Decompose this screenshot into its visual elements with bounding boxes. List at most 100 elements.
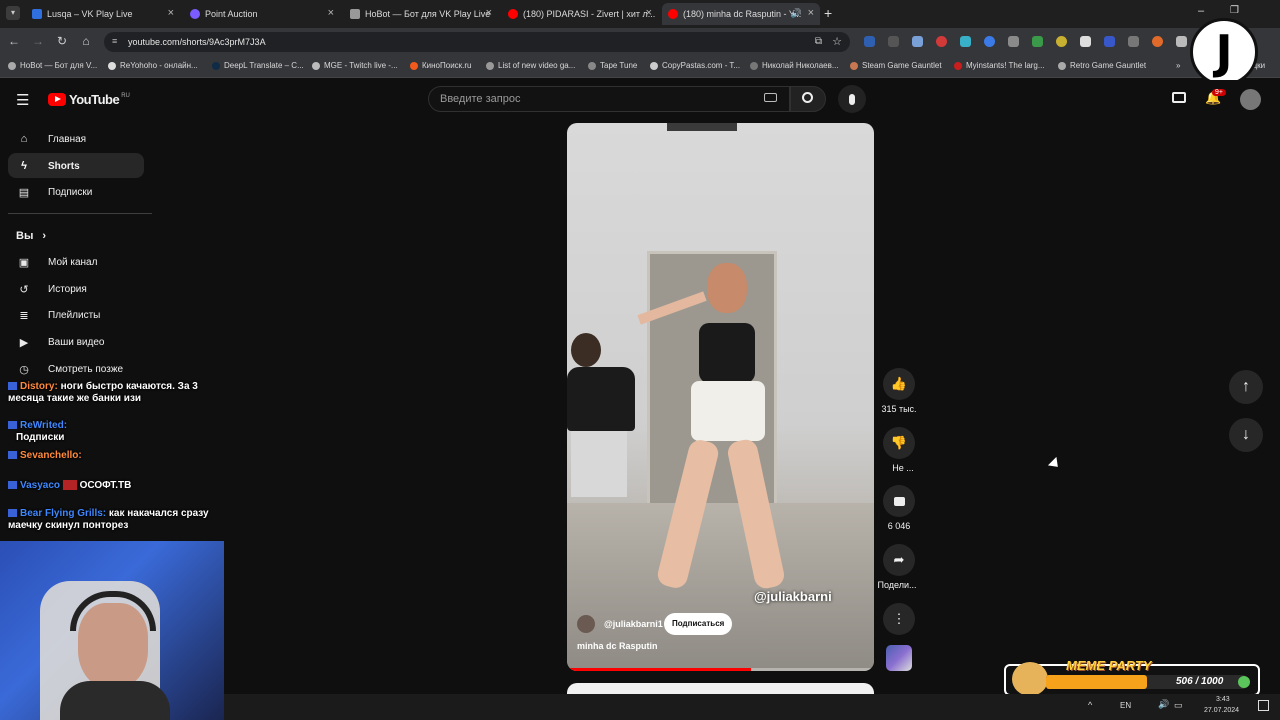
sidebar-item-home[interactable]: ⌂ Главная <box>16 131 86 147</box>
sidebar-item-my-channel[interactable]: ▣ Мой канал <box>16 254 98 270</box>
tab-vkplay[interactable]: Lusqa – VK Play Live × <box>26 3 180 25</box>
minimize-button[interactable]: – <box>1198 5 1204 17</box>
youtube-logo[interactable]: YouTube RU <box>48 92 130 107</box>
language-indicator[interactable]: EN <box>1120 701 1131 710</box>
voice-search-button[interactable] <box>838 85 866 113</box>
channel-name[interactable]: @juliakbarni1 <box>604 619 663 629</box>
extension-icon[interactable] <box>1152 36 1163 47</box>
mouse-cursor-icon <box>1047 456 1063 472</box>
bookmark-item[interactable]: Steam Game Gauntlet <box>850 61 942 70</box>
bookmarks-overflow-chevron-icon[interactable]: » <box>1176 61 1180 70</box>
bookmark-item[interactable]: Tape Tune <box>588 61 637 70</box>
tab-point-auction[interactable]: Point Auction × <box>184 3 340 25</box>
region-code: RU <box>121 92 130 99</box>
progress-fill <box>567 668 752 671</box>
address-bar[interactable]: ≡ youtube.com/shorts/9Ac3prM7J3A ⧉ ☆ <box>104 32 850 52</box>
bookmark-item[interactable]: DeepL Translate – C... <box>212 61 304 70</box>
sidebar-item-playlists[interactable]: ≣ Плейлисты <box>16 307 100 323</box>
bookmark-star-icon[interactable]: ☆ <box>832 35 842 48</box>
bookmark-item[interactable]: HoBot — Бот для V... <box>8 61 97 70</box>
bookmark-item[interactable]: Myinstants! The larg... <box>954 61 1045 70</box>
tab-hobot[interactable]: HoBot — Бот для VK Play Live × <box>344 3 498 25</box>
more-vertical-icon: ⋮ <box>892 611 906 626</box>
share-button[interactable]: ➦ <box>883 544 915 576</box>
extension-icon[interactable] <box>864 36 875 47</box>
maximize-button[interactable]: ❐ <box>1230 5 1239 16</box>
bookmark-item[interactable]: КиноПоиск.ru <box>410 61 472 70</box>
forward-button[interactable]: → <box>30 34 46 48</box>
like-button[interactable]: 👍 <box>883 368 915 400</box>
new-tab-button[interactable]: + <box>824 5 832 21</box>
chat-text: Подписки <box>16 432 65 443</box>
close-icon[interactable]: × <box>646 7 652 19</box>
close-icon[interactable]: × <box>168 7 174 19</box>
thumbs-up-icon: 👍 <box>890 376 908 391</box>
extension-icon[interactable] <box>912 36 923 47</box>
shorts-video-player[interactable]: @juliakbarni @juliakbarni1 Подписаться m… <box>567 123 874 671</box>
extension-icon[interactable] <box>1008 36 1019 47</box>
sidebar-item-history[interactable]: ↺ История <box>16 281 86 297</box>
keyboard-icon[interactable] <box>764 93 777 102</box>
sound-source-thumbnail[interactable] <box>886 645 912 671</box>
bookmark-item[interactable]: Николай Николаев... <box>750 61 839 70</box>
clock-time[interactable]: 3:43 <box>1216 696 1230 703</box>
bookmark-item[interactable]: ReYohoho - онлайн... <box>108 61 198 70</box>
dislike-button[interactable]: 👎 <box>883 427 915 459</box>
close-icon[interactable]: × <box>808 7 814 19</box>
video-title: minha dc Rasputin <box>577 641 658 651</box>
search-input[interactable]: Введите запрос <box>428 86 790 112</box>
extension-icon[interactable] <box>888 36 899 47</box>
extensions-puzzle-icon[interactable] <box>1176 36 1187 47</box>
install-app-icon[interactable]: ⧉ <box>815 36 822 47</box>
clock-date[interactable]: 27.07.2024 <box>1204 707 1239 714</box>
subscribe-button[interactable]: Подписаться <box>664 613 733 635</box>
extension-icon[interactable] <box>1104 36 1115 47</box>
tab-youtube-zivert[interactable]: (180) PIDARASI - Zivert | хит л... × <box>502 3 658 25</box>
bookmark-item[interactable]: Retro Game Gauntlet <box>1058 61 1146 70</box>
tab-youtube-rasputin[interactable]: (180) minha dc Rasputin - Y... 🔊 × <box>662 3 820 25</box>
sidebar-item-watch-later[interactable]: ◷ Смотреть позже <box>16 361 123 377</box>
search-button[interactable] <box>790 86 826 112</box>
chat-badge-icon <box>8 481 17 490</box>
menu-hamburger-icon[interactable]: ☰ <box>16 91 29 109</box>
previous-short-button[interactable]: ↑ <box>1229 370 1263 404</box>
sidebar-item-your-videos[interactable]: ▶ Ваши видео <box>16 334 105 350</box>
windows-taskbar: ^ EN 🔊 ▭ 3:43 27.07.2024 <box>224 694 1280 720</box>
more-options-button[interactable]: ⋮ <box>883 603 915 635</box>
back-button[interactable]: ← <box>6 34 22 48</box>
home-button[interactable]: ⌂ <box>78 34 94 48</box>
extension-icon[interactable] <box>1128 36 1139 47</box>
home-icon: ⌂ <box>20 133 28 145</box>
bookmark-item[interactable]: CopyPastas.com - T... <box>650 61 740 70</box>
tray-chevron-up-icon[interactable]: ^ <box>1088 700 1092 710</box>
avatar[interactable] <box>1240 89 1261 110</box>
speaker-icon[interactable]: 🔊 <box>791 8 802 19</box>
channel-avatar[interactable] <box>577 615 595 633</box>
sidebar-you-header[interactable]: Вы › <box>16 228 46 244</box>
chat-username: Bear Flying Grills: <box>20 508 107 519</box>
reload-button[interactable]: ↻ <box>54 34 70 48</box>
notification-center-icon[interactable] <box>1258 700 1269 711</box>
extension-icon[interactable] <box>960 36 971 47</box>
site-info-icon[interactable]: ≡ <box>112 36 117 46</box>
extension-icon[interactable] <box>936 36 947 47</box>
bookmark-item[interactable]: List of new video ga... <box>486 61 575 70</box>
meme-party-widget: MEME PARTY 506 / 1000 <box>1004 658 1260 696</box>
extension-icon[interactable] <box>1032 36 1043 47</box>
close-icon[interactable]: × <box>486 7 492 19</box>
bookmark-item[interactable]: MGE - Twitch live -... <box>312 61 398 70</box>
next-short-button[interactable]: ↓ <box>1229 418 1263 452</box>
sidebar-item-shorts[interactable]: ϟ Shorts <box>16 158 80 174</box>
thumbs-down-icon: 👎 <box>890 435 908 450</box>
extension-icon[interactable] <box>1080 36 1091 47</box>
sidebar-item-label: Подписки <box>48 186 93 198</box>
comments-button[interactable] <box>883 485 915 517</box>
sidebar-item-subscriptions[interactable]: ▤ Подписки <box>16 184 93 200</box>
create-video-icon[interactable] <box>1172 92 1186 103</box>
network-icon[interactable]: ▭ <box>1174 700 1183 711</box>
close-icon[interactable]: × <box>328 7 334 19</box>
extension-icon[interactable] <box>984 36 995 47</box>
extension-icon[interactable] <box>1056 36 1067 47</box>
tab-search-button[interactable]: ▾ <box>6 6 20 20</box>
volume-icon[interactable]: 🔊 <box>1158 699 1169 710</box>
